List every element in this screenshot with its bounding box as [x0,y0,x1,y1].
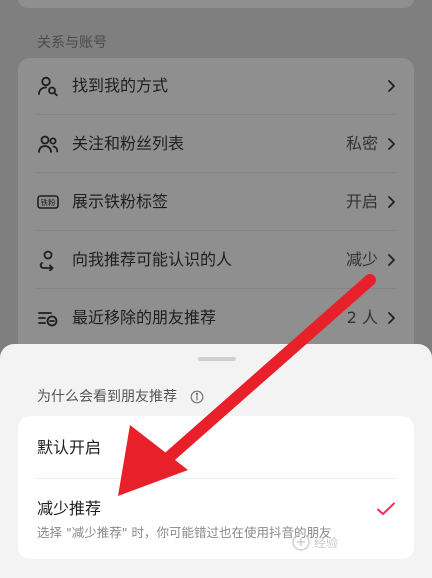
row-value: 私密 [345,134,378,153]
fan-badge-icon: 铁粉 [37,191,59,213]
removed-friends-icon [37,307,59,329]
option-label: 默认开启 [37,438,102,457]
sheet-title: 为什么会看到朋友推荐 [37,389,177,405]
settings-list: 找到我的方式 关注和粉丝列表 私密 铁粉 展示铁粉标签 开启 向我推荐可能认识的… [18,58,414,358]
row-label: 向我推荐可能认识的人 [72,250,233,269]
row-value: 2 人 [346,308,378,327]
option-reduce-recommend[interactable]: 减少推荐 选择 "减少推荐" 时，你可能错过也在使用抖音的朋友 [18,479,414,559]
previous-settings-card [18,0,414,8]
chevron-right-icon [384,311,398,325]
settings-row-recommend[interactable]: 向我推荐可能认识的人 减少 [18,232,414,289]
settings-row-removed-friends[interactable]: 最近移除的朋友推荐 2 人 [18,290,414,347]
recommend-icon [37,249,59,271]
options-card: 默认开启 减少推荐 选择 "减少推荐" 时，你可能错过也在使用抖音的朋友 [18,416,414,559]
settings-row-find-me[interactable]: 找到我的方式 [18,58,414,115]
settings-row-fan-badge[interactable]: 铁粉 展示铁粉标签 开启 [18,174,414,231]
row-label: 找到我的方式 [72,76,169,95]
chevron-right-icon [384,137,398,151]
sheet-drag-handle[interactable] [198,357,236,361]
row-value: 开启 [345,192,378,211]
row-value: 减少 [345,250,378,269]
option-label: 减少推荐 [37,499,102,518]
find-me-icon [37,75,59,97]
option-default-on[interactable]: 默认开启 [18,416,414,478]
watermark-logo [292,533,310,551]
fan-badge-text: 铁粉 [41,197,56,207]
option-description: 选择 "减少推荐" 时，你可能错过也在使用抖音的朋友 [37,525,332,540]
section-title: 关系与账号 [37,35,107,51]
settings-row-follow-list[interactable]: 关注和粉丝列表 私密 [18,116,414,173]
bottom-sheet: 为什么会看到朋友推荐 默认开启 减少推荐 选择 "减少推荐" 时，你可能错过也在… [0,344,432,578]
checkmark-icon [376,501,396,517]
chevron-right-icon [384,79,398,93]
follow-list-icon [37,133,59,155]
info-icon[interactable] [190,390,204,404]
chevron-right-icon [384,195,398,209]
watermark-text: 经验 [314,536,339,550]
chevron-right-icon [384,253,398,267]
row-label: 展示铁粉标签 [72,192,169,211]
row-label: 最近移除的朋友推荐 [72,308,217,327]
row-label: 关注和粉丝列表 [72,134,185,153]
